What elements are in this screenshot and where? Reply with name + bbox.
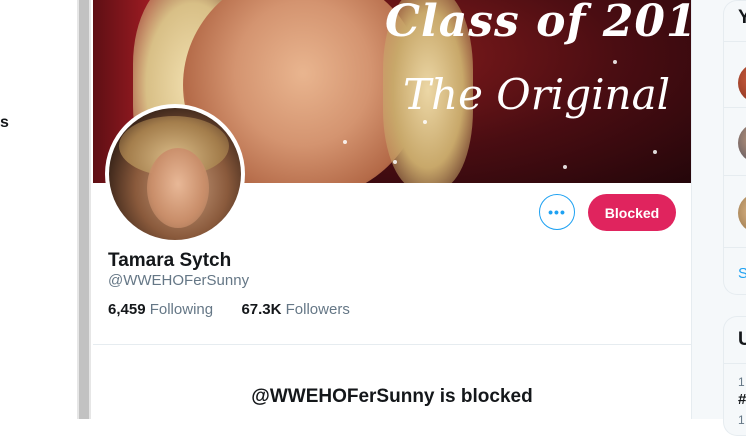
- show-more-link[interactable]: S: [738, 265, 746, 282]
- trends-header: U: [738, 329, 746, 350]
- following-count: 6,459: [108, 301, 146, 318]
- section-divider: [93, 344, 691, 345]
- who-to-follow-header: Y: [738, 7, 746, 28]
- blocked-message: @WWEHOFerSunny is blocked: [251, 386, 533, 407]
- scrollbar-thumb[interactable]: [79, 0, 89, 419]
- left-scrollbar[interactable]: [77, 0, 91, 419]
- banner-sparkle: [613, 60, 617, 64]
- blocked-button[interactable]: Blocked: [588, 194, 676, 231]
- follow-stats: 6,459 Following 67.3K Followers: [108, 301, 350, 318]
- nav-item-fragment[interactable]: s: [0, 114, 9, 132]
- banner-sparkle: [563, 165, 567, 169]
- banner-text-class: Class of 2011: [385, 0, 691, 47]
- suggestion-avatar[interactable]: [738, 63, 746, 103]
- banner-sparkle: [653, 150, 657, 154]
- banner-text-original: The Original: [403, 70, 671, 119]
- banner-sparkle: [393, 160, 397, 164]
- banner-sparkle: [343, 140, 347, 144]
- trend-item[interactable]: #: [738, 391, 746, 408]
- trends-card: U 1 # 1: [723, 316, 746, 436]
- more-button[interactable]: •••: [539, 194, 575, 230]
- card-divider: [724, 107, 746, 108]
- followers-label: Followers: [285, 301, 350, 318]
- left-navigation: s: [0, 0, 77, 419]
- card-divider: [724, 363, 746, 364]
- followers-link[interactable]: 67.3K Followers: [241, 301, 349, 318]
- followers-count: 67.3K: [241, 301, 282, 318]
- banner-sparkle: [423, 120, 427, 124]
- trend-meta: 1: [738, 413, 745, 427]
- who-to-follow-card: Y S: [723, 0, 746, 295]
- profile-column: Class of 2011 The Original ••• Blocked T…: [93, 0, 692, 419]
- following-label: Following: [149, 301, 214, 318]
- suggestion-avatar[interactable]: [738, 193, 746, 233]
- avatar-image: [109, 108, 241, 240]
- following-link[interactable]: 6,459 Following: [108, 301, 217, 318]
- more-icon: •••: [548, 204, 566, 220]
- display-name: Tamara Sytch: [108, 250, 232, 271]
- profile-avatar[interactable]: [105, 104, 245, 244]
- card-divider: [724, 247, 746, 248]
- avatar-face: [147, 148, 209, 228]
- card-divider: [724, 41, 746, 42]
- suggestion-avatar[interactable]: [738, 123, 746, 163]
- trend-meta: 1: [738, 375, 745, 389]
- user-handle: @WWEHOFerSunny: [108, 272, 250, 289]
- card-divider: [724, 175, 746, 176]
